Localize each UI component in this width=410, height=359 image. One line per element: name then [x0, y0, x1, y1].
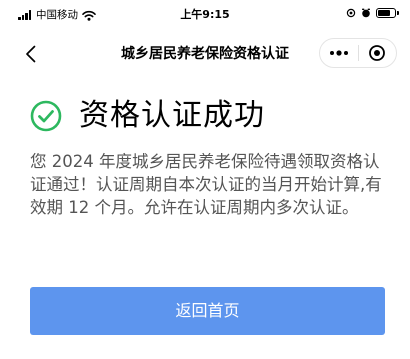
- status-right: [346, 8, 399, 18]
- return-home-button[interactable]: 返回首页: [30, 287, 385, 335]
- nav-bar: 城乡居民养老保险资格认证: [0, 30, 410, 78]
- mini-program-capsule: [319, 38, 397, 68]
- mini-program-close-icon: [369, 45, 386, 61]
- result-description: 您 2024 年度城乡居民养老保险待遇领取资格认证通过！认证周期自本次认证的当月…: [30, 152, 382, 217]
- more-button[interactable]: [320, 39, 358, 67]
- chevron-left-icon: [25, 45, 35, 63]
- page-title: 城乡居民养老保险资格认证: [121, 46, 289, 62]
- check-circle-icon: [30, 100, 62, 132]
- location-icon: [346, 8, 356, 18]
- alarm-icon: [362, 8, 370, 18]
- result-title: 资格认证成功: [79, 98, 265, 133]
- close-mini-program-button[interactable]: [359, 39, 397, 67]
- battery-level: [378, 10, 391, 16]
- result-header: 资格认证成功: [30, 97, 265, 135]
- more-dots-icon: [329, 50, 348, 56]
- screen: 中国移动 上午9:15 城乡居民养老保险资格认证 资格认证成功 您 2024 年…: [0, 0, 410, 359]
- back-button[interactable]: [20, 43, 40, 65]
- status-bar: 中国移动 上午9:15: [0, 0, 410, 30]
- battery-icon: [376, 8, 399, 18]
